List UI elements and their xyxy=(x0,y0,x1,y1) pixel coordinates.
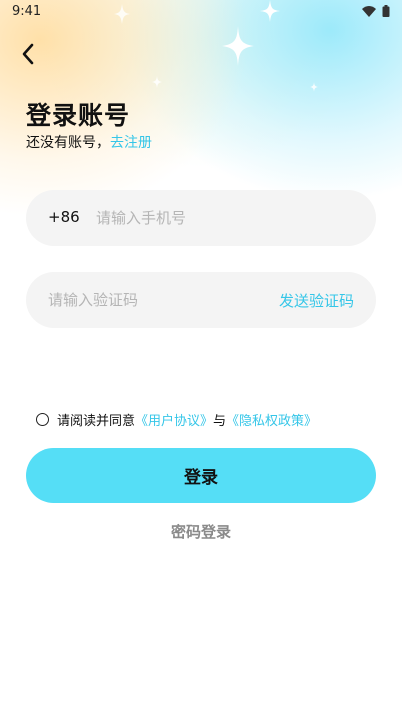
agreement-radio[interactable] xyxy=(36,413,49,426)
phone-input[interactable] xyxy=(96,190,356,246)
password-login-link[interactable]: 密码登录 xyxy=(171,523,231,541)
country-code[interactable]: +86 xyxy=(48,208,80,226)
back-button[interactable] xyxy=(14,40,42,68)
privacy-policy-link[interactable]: 《隐私权政策》 xyxy=(226,410,317,429)
user-agreement-link[interactable]: 《用户协议》 xyxy=(135,410,213,429)
phone-field: +86 xyxy=(26,190,376,246)
status-icons xyxy=(362,5,390,17)
verification-code-field: 发送验证码 xyxy=(26,272,376,328)
sparkle-decoration xyxy=(152,76,162,88)
agreement-prefix: 请阅读并同意 xyxy=(57,414,136,429)
sparkle-decoration xyxy=(222,26,254,66)
back-arrow-icon xyxy=(22,43,34,65)
send-code-button[interactable]: 发送验证码 xyxy=(279,290,354,311)
register-link[interactable]: 去注册 xyxy=(110,135,152,151)
password-login-row: 密码登录 xyxy=(0,521,402,542)
verification-code-input[interactable] xyxy=(48,272,248,328)
register-prompt-text: 还没有账号， xyxy=(26,135,110,151)
page-title: 登录账号 xyxy=(26,101,131,130)
battery-icon xyxy=(382,5,390,17)
status-time: 9:41 xyxy=(12,4,42,19)
register-prompt: 还没有账号，去注册 xyxy=(26,132,152,152)
wifi-icon xyxy=(362,5,376,17)
agreement-conjunction: 与 xyxy=(213,414,227,429)
agreement-row: 请阅读并同意 《用户协议》 与 《隐私权政策》 xyxy=(36,410,317,429)
login-button[interactable]: 登录 xyxy=(26,448,376,503)
status-bar: 9:41 xyxy=(0,0,402,24)
sparkle-decoration xyxy=(310,82,318,92)
